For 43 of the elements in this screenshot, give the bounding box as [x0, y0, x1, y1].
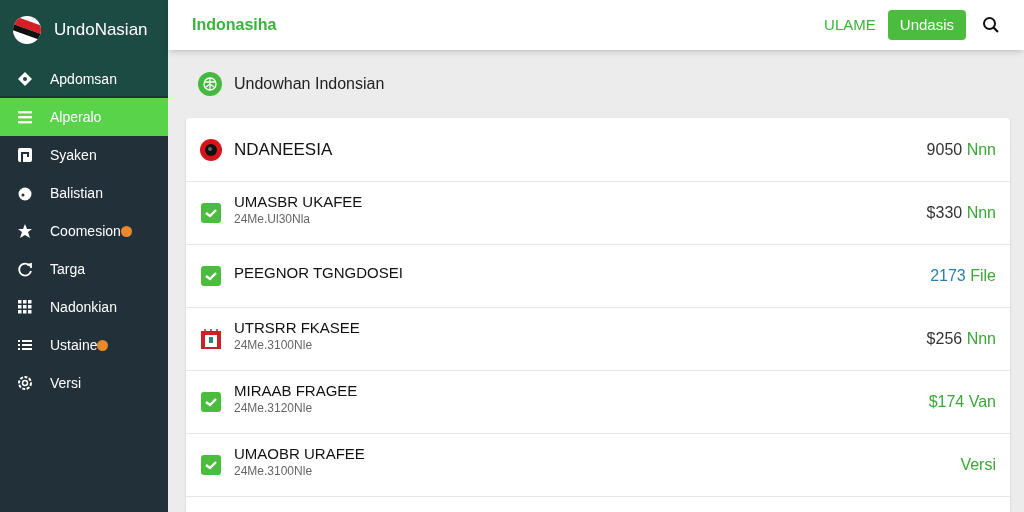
logo-icon [12, 15, 42, 45]
sidebar-item[interactable]: Versi [0, 364, 168, 402]
search-icon[interactable] [982, 16, 1000, 34]
sidebar-item[interactable]: Ustaine [0, 326, 168, 364]
sidebar-item[interactable]: Balistian [0, 174, 168, 212]
globe-icon [198, 72, 222, 96]
sidebar-item[interactable]: Coomesion [0, 212, 168, 250]
item-value: 9050 Nnn [926, 139, 996, 160]
item-title: NDANEESIA [234, 138, 333, 161]
item-value: $330 Nnn [926, 203, 996, 223]
sidebar-item[interactable]: Apdomsan [0, 60, 168, 98]
calendar-icon [200, 328, 222, 350]
page-title: Indonasiha [192, 15, 277, 35]
sidebar-item[interactable]: Syaken [0, 136, 168, 174]
checkbox-icon[interactable] [200, 265, 222, 287]
diamond-icon [16, 70, 34, 88]
item-title: PEEGNOR TGNGDOSEI [234, 263, 403, 283]
section-title: Undowhan Indonsian [234, 74, 385, 94]
item-subtitle: 24Me.3100Nle [234, 463, 314, 479]
sidebar-item[interactable]: Nadonkian [0, 288, 168, 326]
checkbox-icon[interactable] [200, 391, 222, 413]
item-value: $256 Nnn [926, 329, 996, 349]
item-title: UMAOBR URAFEE [234, 445, 365, 464]
item-title: UTRSRR FKASEE [234, 319, 360, 338]
item-title: UMASBR UKAFEE [234, 193, 363, 212]
item-value: 2173 File [930, 266, 996, 286]
item-value: Versi [960, 455, 996, 475]
item-value: $174 Van [928, 392, 996, 412]
app-title: UndoNasian [54, 19, 148, 42]
grid-icon [16, 298, 34, 316]
menu-icon [16, 108, 34, 126]
sidebar-item[interactable]: Targa [0, 250, 168, 288]
refresh-icon [16, 260, 34, 278]
checkbox-icon[interactable] [200, 454, 222, 476]
star-icon [16, 222, 34, 240]
item-subtitle: 24Me.3100Nle [234, 337, 314, 353]
item-title: MIRAAB FRAGEE [234, 382, 358, 401]
record-icon [200, 138, 222, 161]
square-icon [16, 146, 34, 164]
item-subtitle: 24Me.3120Nle [234, 400, 314, 416]
checkbox-icon[interactable] [200, 202, 222, 224]
item-subtitle: 24Me.Ul30Nla [234, 211, 312, 227]
settings-icon [16, 374, 34, 392]
